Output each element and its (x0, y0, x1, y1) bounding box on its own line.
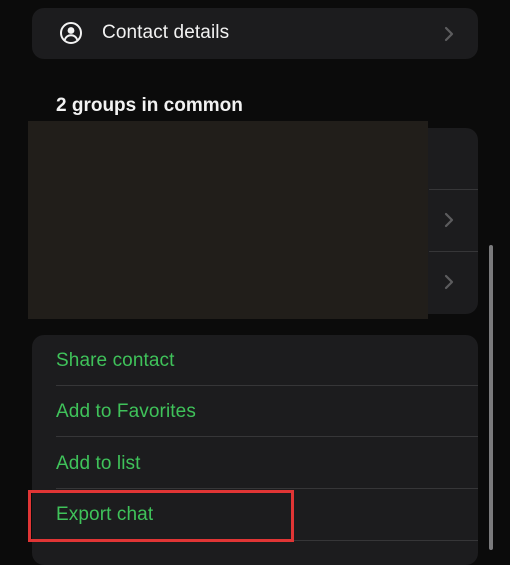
redacted-groups-block (28, 121, 428, 319)
contact-details-row[interactable]: Contact details (32, 8, 478, 59)
chevron-right-icon[interactable] (443, 273, 455, 291)
divider (429, 189, 478, 190)
divider (429, 251, 478, 252)
person-circle-icon (59, 21, 83, 45)
contact-details-label: Contact details (102, 22, 230, 43)
add-to-list-button[interactable]: Add to list (56, 453, 141, 475)
divider (56, 488, 478, 489)
divider (56, 436, 478, 437)
chevron-right-icon[interactable] (443, 211, 455, 229)
groups-in-common-heading: 2 groups in common (56, 95, 243, 116)
add-to-favorites-button[interactable]: Add to Favorites (56, 401, 196, 423)
share-contact-button[interactable]: Share contact (56, 350, 175, 372)
scroll-indicator[interactable] (489, 245, 493, 550)
divider (56, 385, 478, 386)
export-chat-highlight (28, 490, 294, 542)
chevron-right-icon (443, 25, 455, 43)
